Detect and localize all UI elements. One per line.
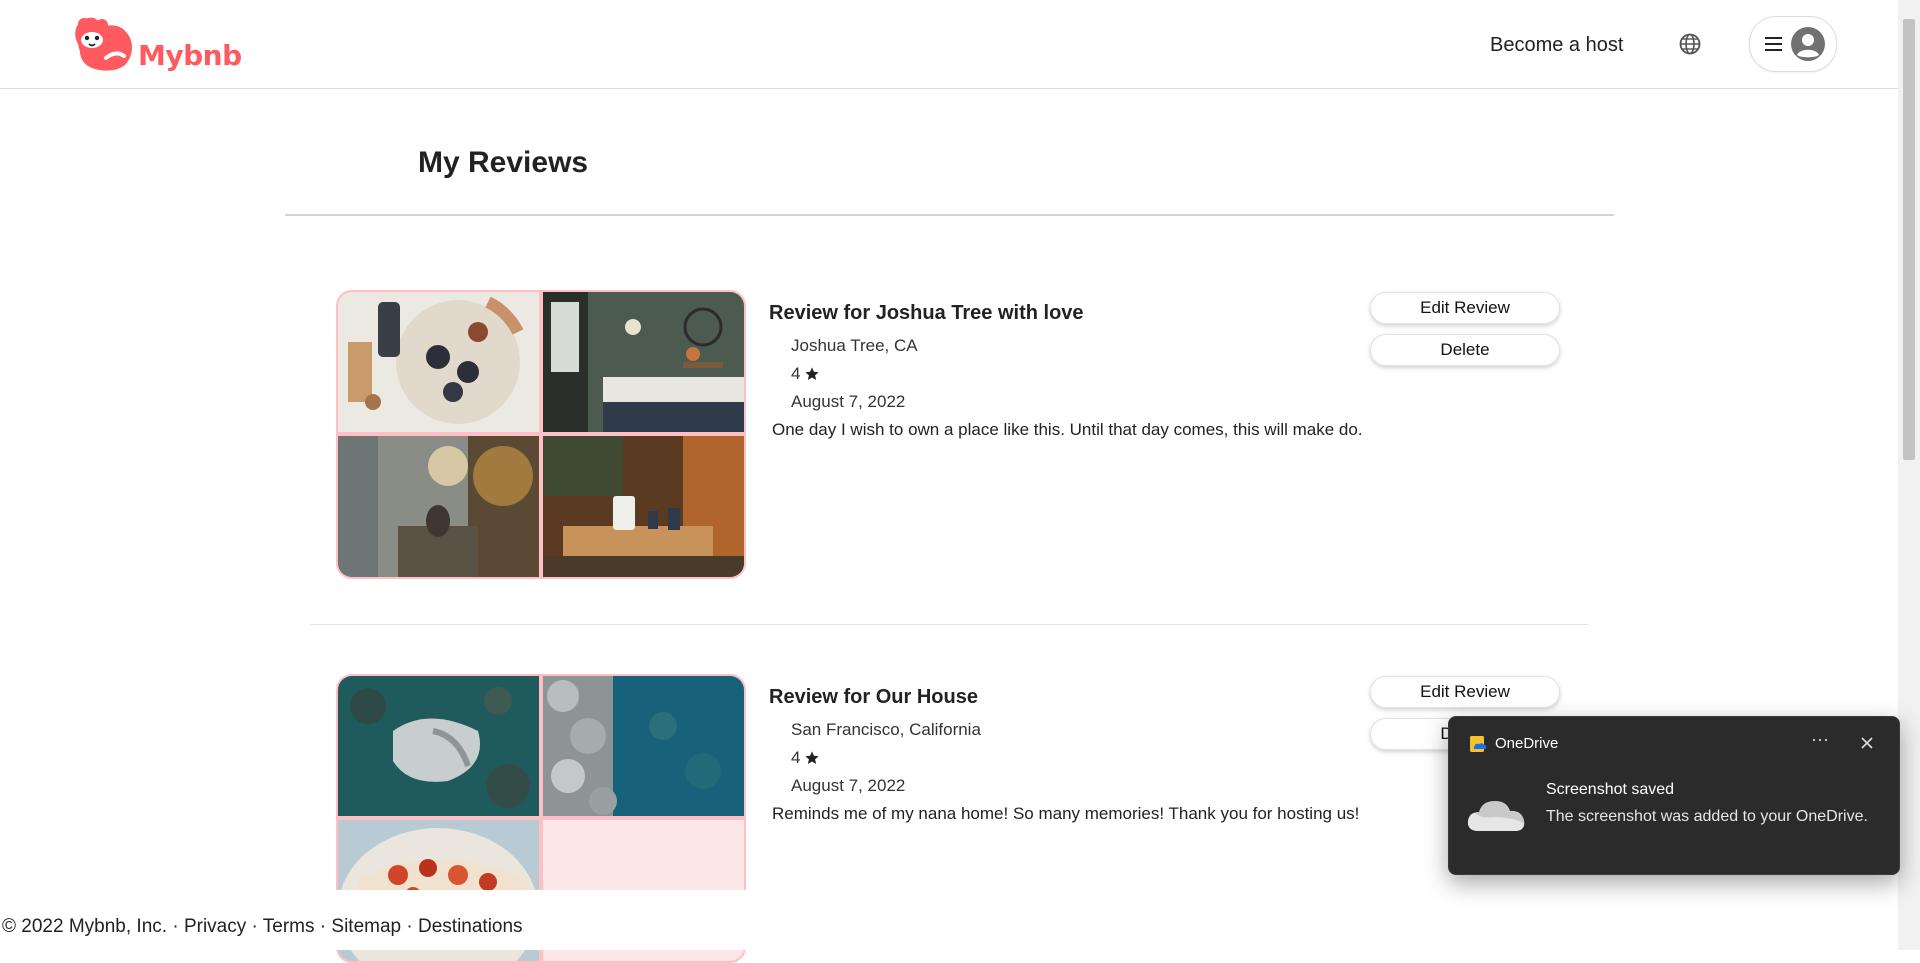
onedrive-notification[interactable]: OneDrive ··· Screenshot saved The screen… [1448,716,1900,875]
edit-review-button[interactable]: Edit Review [1370,292,1560,324]
user-menu-button[interactable] [1749,16,1837,72]
privacy-link[interactable]: Privacy [184,916,246,937]
photo-tile [543,436,744,577]
review-rating: 4 [791,364,820,384]
review-title: Review for Joshua Tree with love [769,302,1084,324]
hamburger-icon [1765,37,1782,51]
cloud-icon [1467,801,1525,831]
onedrive-app-icon [1470,736,1487,752]
rating-value: 4 [791,748,801,767]
notification-title: Screenshot saved [1546,781,1675,798]
footer-links: © 2022 Mybnb, Inc. · Privacy · Terms · S… [2,916,523,937]
terms-link[interactable]: Terms [263,916,315,937]
notification-app-name: OneDrive [1495,735,1559,752]
star-icon [805,751,820,764]
photo-tile [338,292,539,432]
review-title: Review for Our House [769,686,978,708]
footer: © 2022 Mybnb, Inc. · Privacy · Terms · S… [0,890,1898,950]
review-date: August 7, 2022 [791,776,906,795]
photo-tile [338,676,539,816]
photo-tile [543,676,744,816]
photo-tile [338,436,539,577]
photo-tile [543,292,744,432]
review-date: August 7, 2022 [791,392,906,411]
sitemap-link[interactable]: Sitemap [331,916,401,937]
review-location: Joshua Tree, CA [791,336,918,355]
star-icon [805,367,820,380]
logo-text: Mybnb [138,39,242,72]
edit-review-button[interactable]: Edit Review [1370,676,1560,708]
review-location: San Francisco, California [791,720,981,739]
copyright-text: © 2022 Mybnb, Inc. [2,916,168,937]
listing-photo-gallery[interactable] [336,290,746,579]
close-icon[interactable] [1855,731,1879,755]
review-divider [310,624,1588,625]
page-title: My Reviews [418,146,589,179]
destinations-link[interactable]: Destinations [418,916,523,937]
scrollbar-thumb[interactable] [1903,19,1915,460]
notification-body: The screenshot was added to your OneDriv… [1546,808,1868,825]
title-divider [285,214,1614,216]
review-body: One day I wish to own a place like this.… [772,420,1363,439]
top-navbar: Mybnb Become a host [0,0,1898,89]
more-options-icon[interactable]: ··· [1807,729,1833,753]
delete-review-button[interactable]: Delete [1370,334,1560,366]
review-rating: 4 [791,748,820,768]
rating-value: 4 [791,364,801,383]
logo-link[interactable]: Mybnb [68,14,242,74]
globe-icon[interactable] [1678,32,1702,56]
review-body: Reminds me of my nana home! So many memo… [772,804,1360,823]
become-host-link[interactable]: Become a host [1490,34,1623,57]
otter-logo-icon [75,17,132,71]
avatar-icon [1791,27,1825,61]
